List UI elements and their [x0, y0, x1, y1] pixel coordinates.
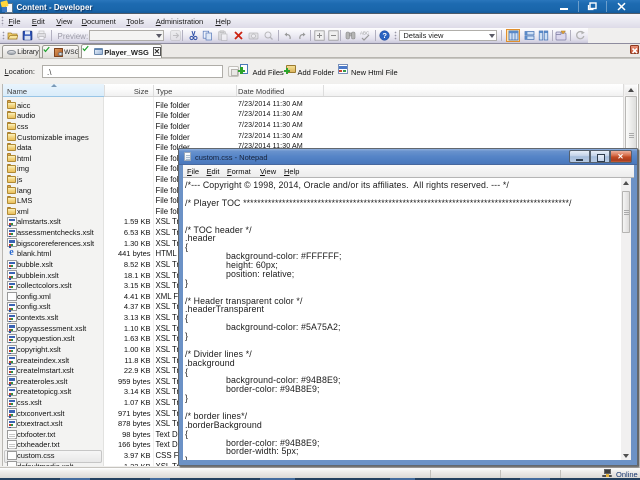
svg-text:?: ?: [382, 31, 387, 40]
